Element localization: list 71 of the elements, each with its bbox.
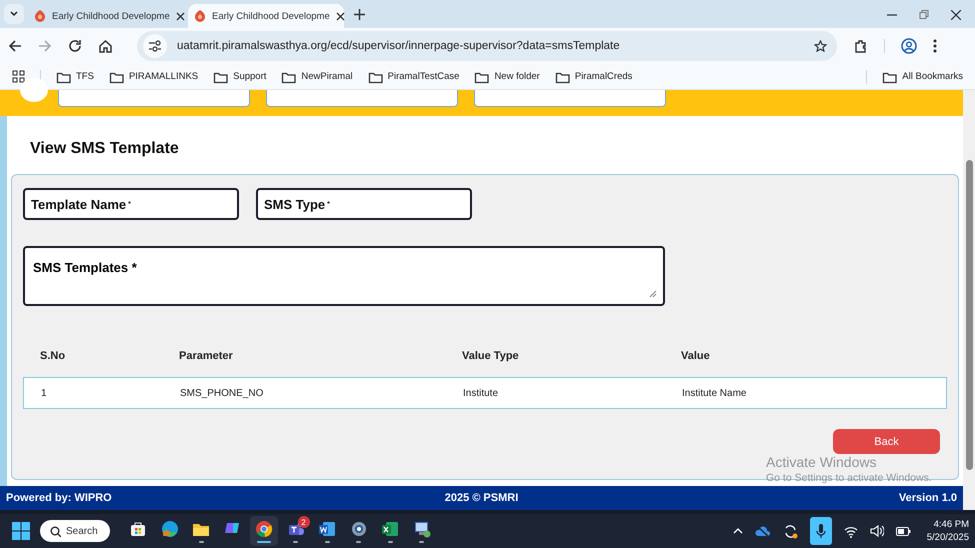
restore-icon[interactable] xyxy=(919,10,929,20)
table-cell-text: Institute xyxy=(463,388,500,398)
back-icon[interactable] xyxy=(8,39,22,53)
column-header: S.No xyxy=(40,350,66,364)
start-icon[interactable] xyxy=(12,522,30,540)
home-icon[interactable] xyxy=(98,39,113,53)
flame-icon xyxy=(194,9,206,23)
nav-dropdown[interactable] xyxy=(474,90,666,107)
app-icon xyxy=(254,519,274,539)
app-icon xyxy=(317,519,337,539)
close-icon[interactable] xyxy=(951,10,961,20)
battery-icon[interactable] xyxy=(896,526,911,536)
address-bar[interactable]: uatamrit.piramalswasthya.org/ecd/supervisor/innerpage-supervisor?data=smsTemplate xyxy=(137,31,837,61)
nav-dropdown[interactable] xyxy=(58,90,250,107)
url-text: uatamrit.piramalswasthya.org/ecd/supervisor/innerpage-supervisor?data=smsTemplate xyxy=(177,40,621,52)
puzzle-icon[interactable] xyxy=(853,38,868,54)
bookmark-item[interactable]: PiramalCreds xyxy=(554,70,632,84)
reload-icon[interactable] xyxy=(68,39,82,53)
taskbar-search[interactable]: Search xyxy=(40,520,110,542)
app-icon xyxy=(160,519,180,539)
chevron-icon xyxy=(10,11,18,17)
notification-badge: 2 xyxy=(298,516,310,528)
sync-icon[interactable] xyxy=(782,524,798,538)
bookmark-item[interactable]: NewPiramal xyxy=(281,70,353,84)
bookmark-item[interactable]: TFS xyxy=(56,70,94,84)
more-menu-icon[interactable] xyxy=(933,39,937,53)
flame-icon xyxy=(34,9,46,23)
chevron-up-icon[interactable] xyxy=(732,527,743,535)
sliders-icon xyxy=(148,40,162,52)
apps-grid-icon[interactable] xyxy=(12,70,25,83)
clock[interactable]: 4:46 PM 5/20/2025 xyxy=(926,518,969,544)
close-icon[interactable] xyxy=(176,12,185,20)
browser-tab[interactable]: Early Childhood Developme xyxy=(28,4,184,28)
page-title: View SMS Template xyxy=(30,140,180,158)
bookmark-item[interactable]: New folder xyxy=(474,70,540,84)
bookmark-item[interactable]: Support xyxy=(213,70,266,84)
app-icon xyxy=(380,519,400,539)
nav-dropdown[interactable] xyxy=(266,90,458,107)
new-tab-icon[interactable] xyxy=(354,9,365,20)
sms-templates-field[interactable]: SMS Templates * xyxy=(23,246,665,306)
search-icon xyxy=(50,526,61,536)
microphone-button[interactable] xyxy=(810,517,832,545)
wifi-icon[interactable] xyxy=(844,524,858,538)
tab-title: Early Childhood Developme xyxy=(212,10,330,22)
tab-list-button[interactable] xyxy=(4,4,24,24)
taskbar-app[interactable]: 2 xyxy=(282,516,310,546)
taskbar-app[interactable] xyxy=(250,516,278,546)
column-header: Parameter xyxy=(179,350,234,364)
back-button[interactable]: Back xyxy=(833,429,940,454)
speaker-icon[interactable] xyxy=(870,524,884,538)
bookmark-item[interactable]: PiramalTestCase xyxy=(368,70,460,84)
resize-grip-icon xyxy=(649,290,657,298)
table-cell-text: Institute Name xyxy=(682,388,748,398)
footer-version: Version 1.0 xyxy=(898,492,957,504)
microphone-icon xyxy=(816,524,826,538)
bookmark-item[interactable]: PIRAMALLINKS xyxy=(108,70,198,84)
column-header: Value Type xyxy=(462,350,520,364)
star-icon[interactable] xyxy=(814,40,827,52)
tab-title: Early Childhood Developme xyxy=(52,10,170,22)
table-cell-text: SMS_PHONE_NO xyxy=(180,388,264,398)
profile-icon[interactable] xyxy=(901,38,917,54)
footer-credit: Powered by: WIPRO xyxy=(6,492,113,504)
table-cell-text: 1 xyxy=(41,388,48,398)
column-header: Value xyxy=(681,350,711,364)
all-bookmarks-button[interactable]: All Bookmarks xyxy=(882,70,963,84)
browser-tab[interactable]: Early Childhood Developme xyxy=(188,4,344,28)
footer-copyright: 2025 © PSMRI xyxy=(444,492,518,504)
cloud-icon[interactable] xyxy=(754,524,771,538)
activation-title: Activate Windows xyxy=(766,454,878,470)
site-settings-button[interactable] xyxy=(143,34,167,58)
close-icon[interactable] xyxy=(336,12,345,20)
